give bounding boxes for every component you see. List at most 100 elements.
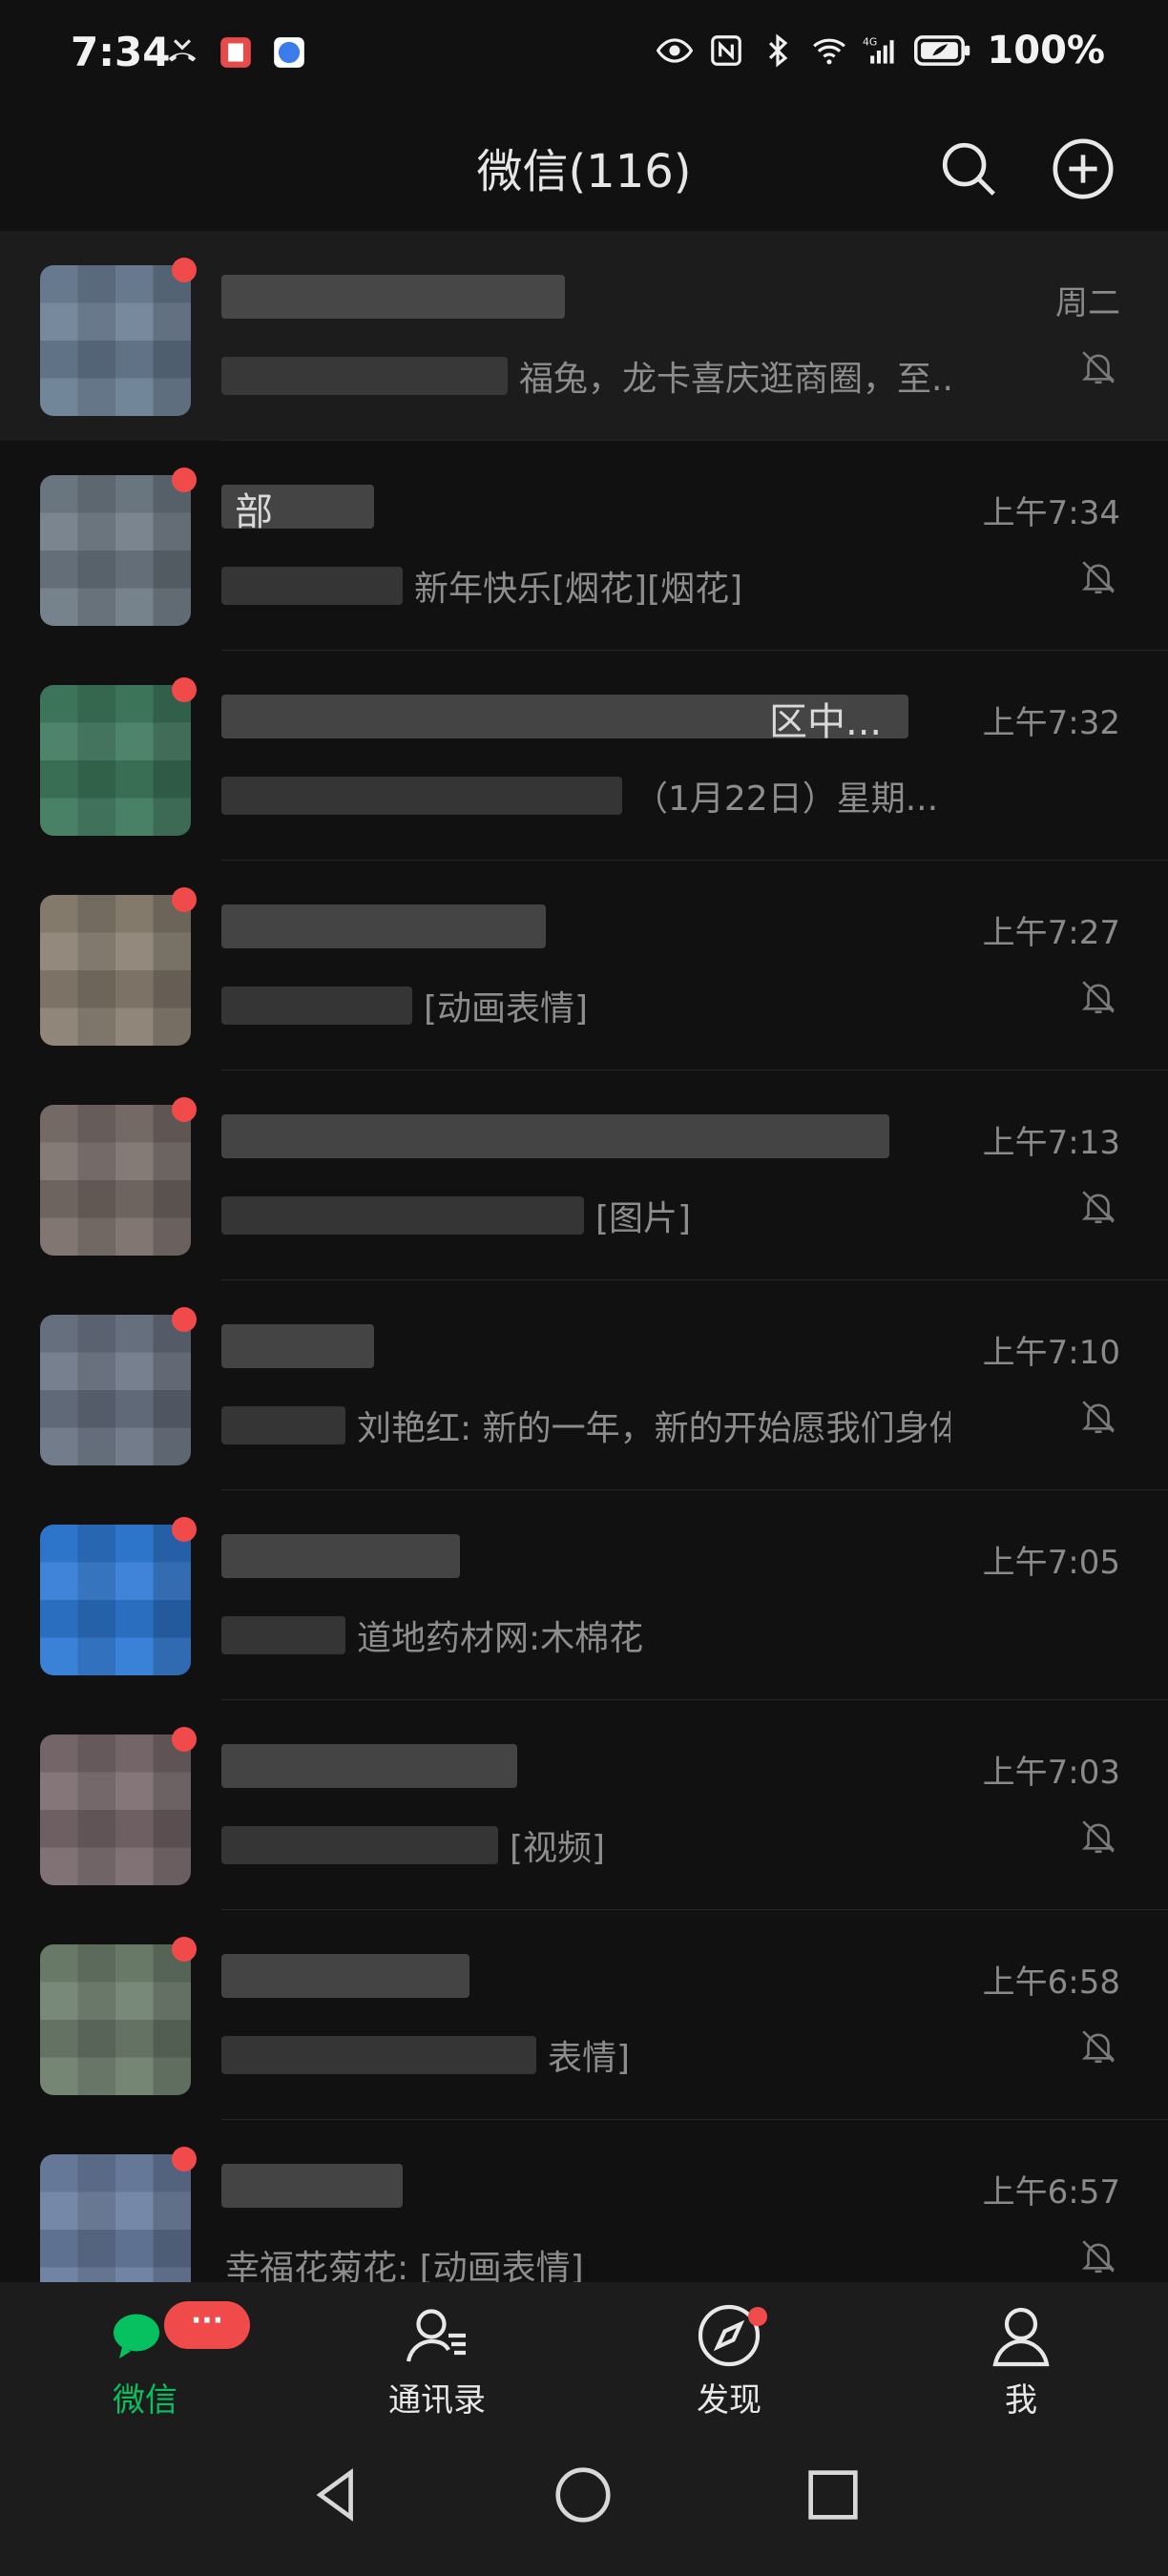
home-circle-icon	[555, 2467, 611, 2523]
person-icon	[992, 2307, 1050, 2367]
status-notification-icons	[164, 34, 307, 71]
tab-me-label: 我	[1005, 2381, 1037, 2420]
back-triangle-icon	[316, 2468, 353, 2522]
mute-bell-icon	[1081, 561, 1116, 594]
chat-avatar	[40, 1105, 191, 1256]
network-type-label: 4G	[863, 36, 877, 49]
chat-preview: （1月22日）星期...	[634, 779, 939, 819]
chat-preview: 刘艳红: 新的一年，新的开始愿我们身体...	[357, 1409, 950, 1448]
system-nav-bar	[0, 2425, 1168, 2576]
chat-preview: 道地药材网:木棉花	[357, 1619, 644, 1658]
add-button[interactable]	[1050, 135, 1116, 202]
app-header: 微信(116)	[0, 113, 1168, 231]
mute-bell-icon	[1081, 1401, 1116, 1434]
battery-icon	[914, 35, 970, 66]
cellular-signal-icon: 4G	[863, 36, 894, 64]
chat-time: 上午7:32	[982, 704, 1120, 742]
discover-notification-dot	[748, 2307, 767, 2326]
chat-name	[225, 271, 1151, 322]
eye-icon	[657, 38, 694, 63]
unread-dot	[172, 1727, 197, 1752]
tab-discover-label: 发现	[697, 2381, 761, 2420]
status-bar: 7:34 4G 100%	[0, 0, 1168, 113]
chat-preview: [图片]	[595, 1199, 692, 1238]
recents-button[interactable]	[800, 2462, 866, 2528]
chat-avatar	[40, 265, 191, 416]
chat-preview: 幸福花菊花: [动画表情]	[225, 2249, 584, 2282]
chat-row[interactable]: 福兔，龙卡喜庆逛商圈，至... 周二	[0, 231, 1168, 441]
unread-dot	[172, 887, 197, 912]
chat-avatar	[40, 1525, 191, 1675]
browser-app-icon	[274, 37, 304, 68]
chat-time: 上午6:57	[982, 2173, 1120, 2212]
book-app-icon	[220, 37, 251, 68]
mute-bell-icon	[1081, 981, 1116, 1014]
chat-row[interactable]: 道地药材网:木棉花 上午7:05	[0, 1490, 1168, 1700]
tab-discover[interactable]: 发现	[634, 2301, 824, 2420]
chat-time: 上午7:27	[982, 914, 1120, 952]
tab-me[interactable]: 我	[926, 2301, 1116, 2420]
chat-avatar	[40, 895, 191, 1046]
chat-time: 上午7:03	[982, 1754, 1120, 1792]
contacts-icon	[406, 2309, 466, 2362]
unread-dot	[172, 467, 197, 492]
tab-contacts[interactable]: 通讯录	[342, 2301, 532, 2420]
chat-name	[225, 1740, 1103, 1792]
chat-row[interactable]: 区中... （1月22日）星期... 上午7:32	[0, 651, 1168, 861]
missed-call-icon	[168, 39, 197, 62]
mute-bell-icon	[1081, 351, 1116, 384]
chat-name	[225, 1950, 1055, 2002]
chat-row[interactable]: 刘艳红: 新的一年，新的开始愿我们身体... 上午7:10	[0, 1280, 1168, 1490]
unread-dot	[172, 677, 197, 702]
plus-circle-icon	[1053, 138, 1114, 199]
mute-bell-icon	[1081, 2240, 1116, 2274]
chat-preview: [视频]	[510, 1829, 606, 1868]
chat-preview: 福兔，龙卡喜庆逛商圈，至...	[519, 360, 950, 399]
chat-preview: 新年快乐[烟花][烟花]	[414, 570, 743, 609]
back-button[interactable]	[303, 2462, 370, 2528]
chat-avatar	[40, 1315, 191, 1465]
chat-time: 上午7:13	[982, 1124, 1120, 1162]
unread-dot	[172, 1307, 197, 1332]
chat-name: 部	[235, 490, 273, 532]
status-time: 7:34	[71, 29, 171, 75]
chat-row[interactable]: 部新年快乐[烟花][烟花] 上午7:34	[0, 441, 1168, 651]
chat-preview: 表情]	[548, 2039, 631, 2078]
chat-time: 上午7:10	[982, 1334, 1120, 1372]
chat-name	[225, 2160, 989, 2212]
chat-name	[225, 1320, 960, 1372]
chat-row[interactable]: [动画表情] 上午7:27	[0, 861, 1168, 1070]
unread-dot	[172, 1937, 197, 1962]
home-button[interactable]	[550, 2462, 616, 2528]
chat-avatar	[40, 1944, 191, 2095]
nfc-icon	[711, 35, 742, 66]
status-system-icons: 4G 100%	[657, 29, 1105, 73]
unread-dot	[172, 2147, 197, 2171]
tab-chats[interactable]: ··· 微信	[50, 2301, 250, 2420]
chat-time: 周二	[1055, 284, 1120, 322]
chat-avatar	[40, 685, 191, 836]
unread-dot	[172, 258, 197, 282]
unread-dot	[172, 1097, 197, 1122]
search-icon	[942, 142, 995, 196]
bluetooth-icon	[769, 33, 788, 68]
mute-bell-icon	[1081, 1191, 1116, 1224]
chat-avatar	[40, 2154, 191, 2282]
search-button[interactable]	[935, 135, 1002, 202]
chat-preview: [动画表情]	[424, 989, 589, 1028]
mute-bell-icon	[1081, 1820, 1116, 1854]
chat-row[interactable]: [图片] 上午7:13	[0, 1070, 1168, 1280]
chat-row[interactable]: 表情] 上午6:58	[0, 1910, 1168, 2120]
tab-chats-label: 微信	[113, 2381, 177, 2420]
chat-avatar	[40, 1735, 191, 1885]
chat-time: 上午6:58	[982, 1963, 1120, 2002]
unread-badge: ···	[164, 2301, 250, 2349]
chat-row[interactable]: 幸福花菊花: [动画表情] 上午6:57	[0, 2120, 1168, 2282]
chat-time: 上午7:05	[982, 1544, 1120, 1582]
bottom-tab-bar: ··· 微信 通讯录 发现 我	[0, 2282, 1168, 2425]
chat-name	[225, 1530, 1046, 1582]
chat-row[interactable]: [视频] 上午7:03	[0, 1700, 1168, 1910]
battery-percent: 100%	[987, 29, 1105, 73]
tab-contacts-label: 通讯录	[388, 2381, 486, 2420]
chat-list: 福兔，龙卡喜庆逛商圈，至... 周二部新年快乐[烟花][烟花] 上午7:34 区中..…	[0, 231, 1168, 2282]
